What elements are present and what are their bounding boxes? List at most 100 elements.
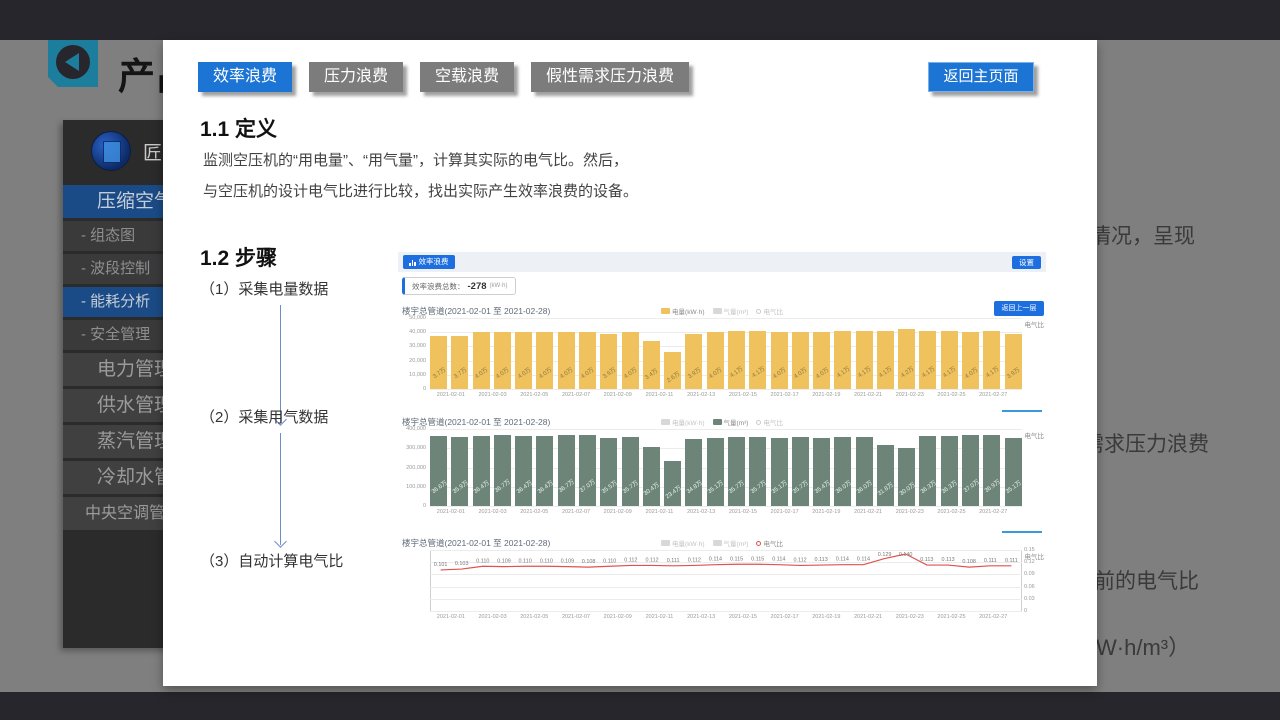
bar-value-label: 3.4万 [643, 366, 660, 382]
gridline [430, 506, 1022, 507]
legend-item: 气量(m³) [713, 306, 749, 316]
point-value-label: 0.129 [878, 552, 892, 558]
bar-value-label: 3.9万 [600, 365, 617, 381]
x-tick-label: 2021-02-19 [805, 509, 847, 515]
point-value-label: 0.114 [836, 557, 849, 563]
bar-value-label: 4.0万 [792, 364, 809, 380]
sidebar-item[interactable]: 电力管理 [63, 353, 178, 386]
y-tick-label: 300,000 [398, 445, 426, 451]
x-tick-label: 2021-02-17 [764, 392, 806, 398]
bar-value-label: 37.0万 [578, 477, 598, 495]
bar: 30.4万 [643, 447, 660, 506]
sidebar-item[interactable]: - 组态图 [63, 221, 178, 251]
sidebar-item[interactable]: 压缩空气站 [63, 185, 178, 218]
y-tick-label: 30,000 [398, 343, 426, 349]
bar: 37.0万 [579, 435, 596, 506]
legend-label: 电气比 [763, 538, 783, 548]
point-value-label: 0.114 [772, 557, 785, 563]
tab-active[interactable]: 效率浪费 [198, 62, 292, 92]
x-tick-row: 2021-02-012021-02-032021-02-052021-02-07… [430, 509, 1014, 515]
screenshot-header: 效率浪费 设置 [398, 252, 1046, 272]
x-tick-label: 2021-02-11 [639, 509, 681, 515]
bar: 4.0万 [536, 332, 553, 389]
tab-item[interactable]: 压力浪费 [309, 62, 403, 92]
point-value-label: 0.101 [434, 562, 448, 568]
x-tick-label: 2021-02-25 [931, 509, 973, 515]
back-arrow-icon[interactable] [48, 37, 98, 87]
sidebar-item[interactable]: - 波段控制 [63, 254, 178, 284]
bar: 35.7万 [728, 437, 745, 506]
sidebar-item[interactable]: 供水管理 [63, 389, 178, 422]
sidebar-item[interactable]: 冷却水管理 [63, 461, 178, 494]
x-tick-label: 2021-02-05 [513, 509, 555, 515]
sidebar-item[interactable]: - 安全管理 [63, 320, 178, 350]
legend-swatch [661, 540, 670, 546]
bar-value-label: 36.4万 [471, 477, 491, 495]
bar-value-label: 35.7万 [790, 478, 810, 496]
x-tick-label: 2021-02-19 [805, 392, 847, 398]
bar: 4.0万 [494, 332, 511, 389]
x-tick-label: 2021-02-05 [513, 614, 555, 620]
bar: 36.3万 [919, 436, 936, 506]
bar: 23.4万 [664, 461, 681, 506]
legend-item: 电气比 [756, 306, 783, 316]
app-logo-text: 匠 [143, 138, 162, 165]
y-tick-label-right: 0.09 [1024, 571, 1044, 577]
letterbox-bottom [0, 692, 1280, 720]
background-text-fragment-2: 需求压力浪费 [1083, 428, 1209, 458]
sidebar-item[interactable]: - 能耗分析 [63, 287, 178, 317]
x-tick-label: 2021-02-21 [847, 614, 889, 620]
tab-item[interactable]: 假性需求压力浪费 [531, 62, 689, 92]
bar-value-label: 4.2万 [898, 364, 915, 380]
bar: 4.0万 [558, 332, 575, 389]
summary-box: 效率浪费总数： -278 (kW·h) [402, 277, 516, 295]
bar-value-label: 4.0万 [579, 364, 596, 380]
bar-chart-icon [409, 259, 416, 266]
return-home-button[interactable]: 返回主页面 [928, 62, 1034, 92]
bar: 4.2万 [898, 329, 915, 389]
step-3-label: （3）自动计算电气比 [200, 550, 343, 571]
app-logo-icon [91, 131, 131, 171]
collapsed-button-dash [1002, 531, 1042, 533]
bar: 35.1万 [1005, 438, 1022, 506]
x-tick-label: 2021-02-17 [764, 509, 806, 515]
bar-value-label: 36.9万 [982, 477, 1002, 495]
x-tick-label: 2021-02-23 [889, 392, 931, 398]
y-tick-label: 0 [398, 503, 426, 509]
x-tick-row: 2021-02-012021-02-032021-02-052021-02-07… [430, 392, 1014, 398]
sidebar-item[interactable]: 蒸汽管理 [63, 425, 178, 458]
x-tick-label: 2021-02-21 [847, 392, 889, 398]
sidebar-menu: 压缩空气站- 组态图- 波段控制- 能耗分析- 安全管理电力管理供水管理蒸汽管理… [63, 185, 178, 530]
legend-label: 气量(m³) [724, 417, 749, 427]
software-screenshot: 效率浪费 设置 效率浪费总数： -278 (kW·h) 楼宇总管道(2021-0… [398, 252, 1046, 644]
bar: 35.7万 [749, 437, 766, 506]
y-tick-label: 10,000 [398, 372, 426, 378]
bar-value-label: 4.0万 [622, 364, 639, 380]
bar: 36.4万 [515, 436, 532, 506]
back-arrow-triangle [65, 53, 79, 71]
legend-swatch [713, 540, 722, 546]
bar: 36.0万 [834, 437, 851, 506]
chart-title-row: 楼宇总管道(2021-02-01 至 2021-02-28)电量(kW·h)气量… [398, 305, 1046, 318]
bar: 4.0万 [813, 332, 830, 389]
legend-item: 电气比 [756, 417, 783, 427]
bar-value-label: 4.0万 [813, 364, 830, 380]
tab-item[interactable]: 空载浪费 [420, 62, 514, 92]
x-tick-label: 2021-02-03 [472, 392, 514, 398]
bar: 3.4万 [643, 341, 660, 389]
y-tick-label-right: 0 [1024, 608, 1044, 614]
x-tick-label: 2021-02-23 [889, 614, 931, 620]
bar-value-label: 4.1万 [834, 364, 851, 380]
letterbox-top [0, 0, 1280, 40]
bar: 4.1万 [919, 331, 936, 389]
bar: 36.7万 [494, 435, 511, 506]
bar-value-label: 35.9万 [450, 478, 470, 496]
bar-value-label: 4.0万 [515, 364, 532, 380]
sidebar-item[interactable]: 中央空调管理 [63, 497, 178, 530]
point-value-label: 0.111 [984, 558, 997, 564]
legend-swatch [713, 419, 722, 425]
step-1-label: （1）采集电量数据 [200, 278, 328, 299]
legend-label: 气量(m³) [724, 538, 749, 548]
bar-value-label: 4.1万 [941, 364, 958, 380]
y-tick-label: 100,000 [398, 484, 426, 490]
